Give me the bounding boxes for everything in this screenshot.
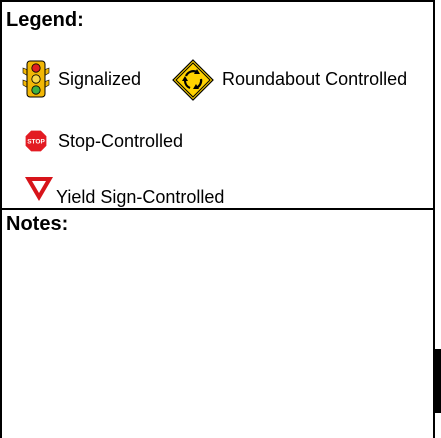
stop-sign-text: STOP [27, 139, 45, 146]
legend-label-stop: Stop-Controlled [58, 131, 184, 151]
right-edge-bar [435, 349, 441, 413]
roundabout-sign-icon [172, 59, 214, 101]
stop-sign-icon: STOP [24, 129, 48, 153]
legend-label-yield: Yield Sign-Controlled [56, 187, 225, 207]
notes-heading: Notes: [6, 213, 69, 235]
frame-top-border [0, 0, 435, 2]
frame-left-border [0, 0, 2, 438]
legend-label-roundabout: Roundabout Controlled [222, 69, 408, 89]
legend-label-signalized: Signalized [58, 69, 142, 89]
section-divider [0, 208, 435, 210]
legend-heading: Legend: [6, 9, 84, 31]
traffic-light-icon [22, 60, 50, 98]
yield-sign-icon [25, 177, 53, 201]
